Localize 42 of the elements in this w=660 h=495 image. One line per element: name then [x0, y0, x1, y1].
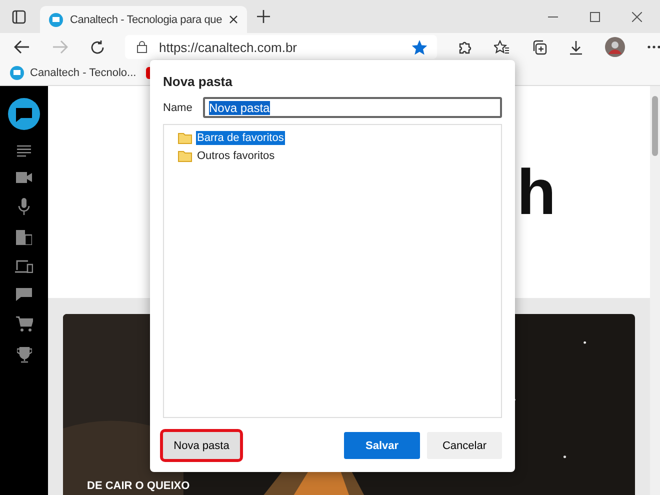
microphone-icon[interactable]: [18, 198, 30, 215]
puzzle-icon[interactable]: [457, 40, 472, 54]
story-headline[interactable]: DE CAIR O QUEIXO: [87, 480, 190, 492]
name-field[interactable]: Nova pasta: [203, 97, 502, 118]
favorite-star-icon[interactable]: [412, 40, 427, 54]
site-logo-icon[interactable]: [8, 98, 40, 130]
devices-icon[interactable]: [15, 260, 33, 273]
lock-icon: [137, 41, 147, 53]
maximize-icon[interactable]: [590, 12, 600, 22]
screen-icon[interactable]: [16, 288, 32, 301]
list-icon[interactable]: [17, 145, 31, 157]
save-button[interactable]: Salvar: [344, 432, 420, 459]
close-icon[interactable]: [228, 15, 238, 24]
folder-icon: [178, 132, 192, 144]
name-label: Name: [163, 102, 194, 114]
folder-icon: [178, 150, 192, 162]
trophy-icon[interactable]: [16, 347, 32, 363]
bookmark-item[interactable]: Canaltech - Tecnolo...: [10, 66, 136, 80]
more-icon[interactable]: [647, 45, 660, 49]
cancel-button[interactable]: Cancelar: [427, 432, 502, 459]
back-icon[interactable]: [14, 40, 30, 54]
dialog-title: Nova pasta: [163, 74, 234, 89]
video-camera-icon[interactable]: [16, 172, 32, 183]
browser-tab[interactable]: Canaltech - Tecnologia para que: [40, 6, 247, 33]
tab-actions-icon[interactable]: [12, 10, 26, 24]
new-folder-button[interactable]: Nova pasta: [163, 432, 240, 459]
site-logo-icon: [49, 12, 63, 26]
folder-item[interactable]: Outros favoritos: [196, 149, 276, 163]
folder-item[interactable]: Barra de favoritos: [196, 131, 285, 145]
address-bar[interactable]: https://canaltech.com.br: [125, 35, 437, 59]
favorites-icon[interactable]: [494, 40, 510, 54]
new-tab-icon[interactable]: [256, 10, 270, 23]
site-logo-icon: [10, 66, 24, 80]
cart-icon[interactable]: [16, 316, 32, 332]
avatar-icon[interactable]: [605, 37, 625, 57]
refresh-icon[interactable]: [90, 40, 105, 54]
close-icon[interactable]: [632, 12, 642, 22]
collections-icon[interactable]: [532, 40, 547, 54]
site-logo-text: h: [516, 160, 556, 224]
scrollbar-thumb[interactable]: [652, 96, 658, 156]
building-icon[interactable]: [16, 230, 32, 245]
download-icon[interactable]: [569, 40, 583, 54]
